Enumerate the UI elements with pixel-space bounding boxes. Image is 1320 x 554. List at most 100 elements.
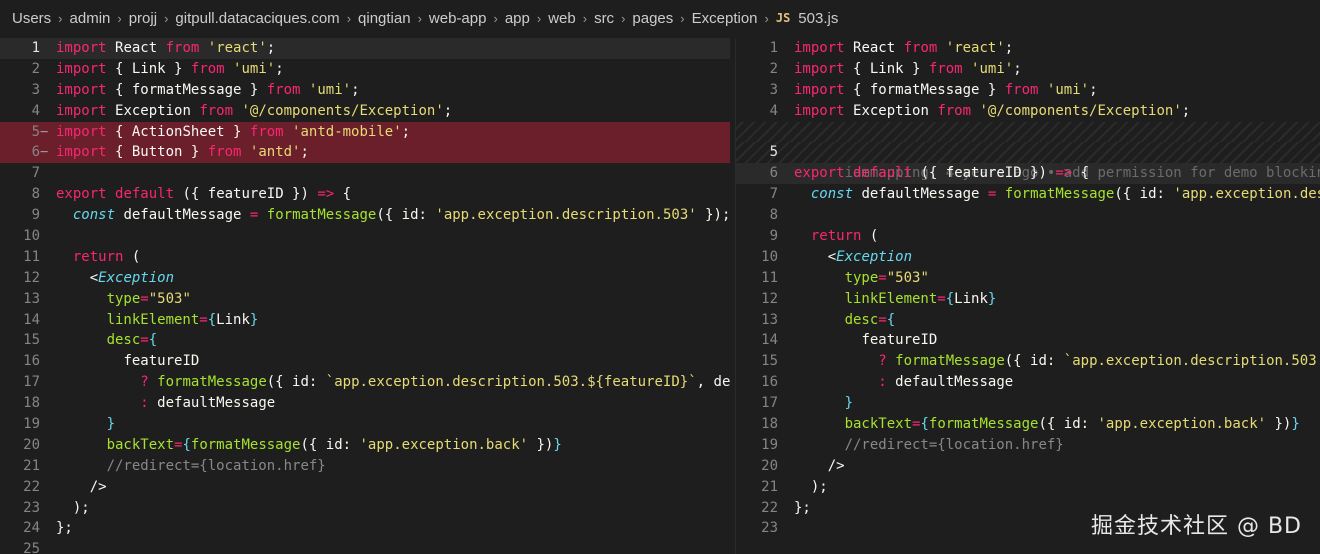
minus-icon: − bbox=[40, 144, 49, 161]
code-line[interactable]: 1 import React from 'react'; bbox=[736, 38, 1320, 59]
watermark: 掘金技术社区 @ BD bbox=[1090, 514, 1302, 539]
code-line[interactable]: 2 import { Link } from 'umi'; bbox=[736, 59, 1320, 80]
line-number: 1 bbox=[769, 40, 778, 56]
line-number: 16 bbox=[761, 374, 778, 391]
line-number: 5 bbox=[31, 123, 40, 140]
code-line[interactable]: 25 bbox=[0, 539, 730, 554]
chevron-right-icon: › bbox=[621, 10, 626, 26]
code-line-removed[interactable]: 5− import { ActionSheet } from 'antd-mobi… bbox=[0, 121, 730, 143]
line-number: 13 bbox=[761, 311, 778, 328]
breadcrumb-item[interactable]: qingtian bbox=[358, 10, 411, 27]
line-number: 6 bbox=[769, 165, 778, 182]
code-line[interactable]: 9 const defaultMessage = formatMessage({… bbox=[0, 205, 730, 226]
line-number: 10 bbox=[761, 248, 778, 265]
breadcrumb-item[interactable]: Exception bbox=[692, 10, 758, 27]
chevron-right-icon: › bbox=[58, 10, 63, 26]
line-number: 17 bbox=[761, 395, 778, 412]
code-line[interactable]: 4 import Exception from '@/components/Exc… bbox=[0, 101, 730, 122]
code-line[interactable]: 13 desc={ bbox=[736, 310, 1320, 331]
diff-modified-pane[interactable]: 1 import React from 'react'; 2 import { Li… bbox=[735, 38, 1320, 554]
line-number: 21 bbox=[761, 478, 778, 495]
code-line[interactable]: 21 //redirect={location.href} bbox=[0, 456, 730, 477]
code-line[interactable]: 12 <Exception bbox=[0, 268, 730, 289]
code-line[interactable]: 16 : defaultMessage bbox=[736, 372, 1320, 393]
line-number: 3 bbox=[31, 81, 40, 98]
code-line[interactable]: 9 return ( bbox=[736, 226, 1320, 247]
code-line[interactable]: 22 /> bbox=[0, 477, 730, 498]
breadcrumb-item[interactable]: web bbox=[548, 10, 576, 27]
code-line[interactable]: 2 import { Link } from 'umi'; bbox=[0, 59, 730, 80]
line-number: 6 bbox=[31, 144, 40, 161]
line-number: 23 bbox=[23, 499, 40, 516]
code-line[interactable]: 19 } bbox=[0, 414, 730, 435]
line-number: 2 bbox=[769, 60, 778, 77]
line-number: 9 bbox=[31, 207, 40, 224]
code-line[interactable]: 13 type="503" bbox=[0, 289, 730, 310]
line-number: 9 bbox=[769, 228, 778, 245]
line-number: 4 bbox=[31, 102, 40, 119]
code-line[interactable]: 18 backText={formatMessage({ id: 'app.ex… bbox=[736, 414, 1320, 435]
code-line[interactable]: 3 import { formatMessage } from 'umi'; bbox=[0, 80, 730, 101]
chevron-right-icon: › bbox=[582, 10, 588, 26]
line-number: 19 bbox=[23, 416, 40, 433]
breadcrumb-file[interactable]: 503.js bbox=[798, 10, 838, 27]
minus-icon: − bbox=[40, 123, 49, 140]
breadcrumb-item[interactable]: Users bbox=[12, 10, 51, 27]
chevron-right-icon: › bbox=[680, 10, 685, 26]
code-line[interactable]: 19 //redirect={location.href} bbox=[736, 435, 1320, 456]
line-number: 10 bbox=[23, 228, 40, 245]
line-number: 2 bbox=[31, 60, 40, 77]
code-line[interactable]: 6 export default ({ featureID }) => { bbox=[736, 163, 1320, 184]
line-number: 8 bbox=[769, 207, 778, 224]
breadcrumb-item[interactable]: admin bbox=[70, 10, 111, 27]
code-line[interactable]: 1 import React from 'react'; bbox=[0, 38, 730, 59]
code-line[interactable]: 16 featureID bbox=[0, 351, 730, 372]
line-number: 12 bbox=[761, 290, 778, 307]
line-number: 14 bbox=[761, 332, 778, 349]
js-file-icon: JS bbox=[775, 11, 791, 25]
code-line[interactable]: 11 type="503" bbox=[736, 268, 1320, 289]
code-line[interactable]: 14 linkElement={Link} bbox=[0, 310, 730, 331]
breadcrumb-item[interactable]: projj bbox=[129, 10, 157, 27]
code-line[interactable]: 18 : defaultMessage bbox=[0, 393, 730, 414]
code-line[interactable]: 3 import { formatMessage } from 'umi'; bbox=[736, 80, 1320, 101]
code-line[interactable]: 15 desc={ bbox=[0, 330, 730, 351]
code-line[interactable]: 20 /> bbox=[736, 456, 1320, 477]
code-line[interactable]: 21 ); bbox=[736, 477, 1320, 498]
code-line[interactable]: 24}; bbox=[0, 518, 730, 539]
breadcrumb-item[interactable]: gitpull.datacaciques.com bbox=[175, 10, 339, 27]
line-number: 16 bbox=[23, 353, 40, 370]
line-number: 19 bbox=[761, 436, 778, 453]
code-line[interactable]: 23 ); bbox=[0, 498, 730, 519]
breadcrumb-item[interactable]: pages bbox=[632, 10, 673, 27]
line-number: 13 bbox=[23, 290, 40, 307]
diff-filler bbox=[736, 121, 1320, 143]
line-number: 24 bbox=[23, 520, 40, 537]
code-line[interactable]: 12 linkElement={Link} bbox=[736, 289, 1320, 310]
breadcrumb-item[interactable]: web-app bbox=[429, 10, 487, 27]
code-line[interactable]: 17 ? formatMessage({ id: `app.exception.… bbox=[0, 372, 730, 393]
code-line[interactable]: 7 bbox=[0, 163, 730, 184]
code-line[interactable]: 10 bbox=[0, 226, 730, 247]
code-line[interactable]: 20 backText={formatMessage({ id: 'app.ex… bbox=[0, 435, 730, 456]
line-number: 18 bbox=[761, 416, 778, 433]
code-line[interactable]: 15 ? formatMessage({ id: `app.exception.… bbox=[736, 351, 1320, 372]
code-line-removed[interactable]: 6− import { Button } from 'antd'; bbox=[0, 142, 730, 164]
breadcrumb-item[interactable]: src bbox=[594, 10, 614, 27]
line-number: 15 bbox=[23, 332, 40, 349]
line-number: 20 bbox=[23, 436, 40, 453]
breadcrumb-item[interactable]: app bbox=[505, 10, 530, 27]
line-number: 22 bbox=[761, 499, 778, 516]
code-line[interactable]: 10 <Exception bbox=[736, 247, 1320, 268]
line-number: 20 bbox=[761, 457, 778, 474]
line-number: 5 bbox=[769, 144, 778, 161]
code-line[interactable]: 8 export default ({ featureID }) => { bbox=[0, 184, 730, 205]
code-line[interactable]: 8 bbox=[736, 205, 1320, 226]
code-line[interactable]: 4 import Exception from '@/components/Exc… bbox=[736, 101, 1320, 122]
code-line[interactable]: 17 } bbox=[736, 393, 1320, 414]
breadcrumb: Users › admin › projj › gitpull.datacacique… bbox=[0, 0, 1320, 36]
code-line[interactable]: 7 const defaultMessage = formatMessage({… bbox=[736, 184, 1320, 205]
code-line[interactable]: 11 return ( bbox=[0, 247, 730, 268]
code-line[interactable]: 14 featureID bbox=[736, 330, 1320, 351]
diff-original-pane[interactable]: 1 import React from 'react'; 2 import { Li… bbox=[0, 38, 730, 554]
